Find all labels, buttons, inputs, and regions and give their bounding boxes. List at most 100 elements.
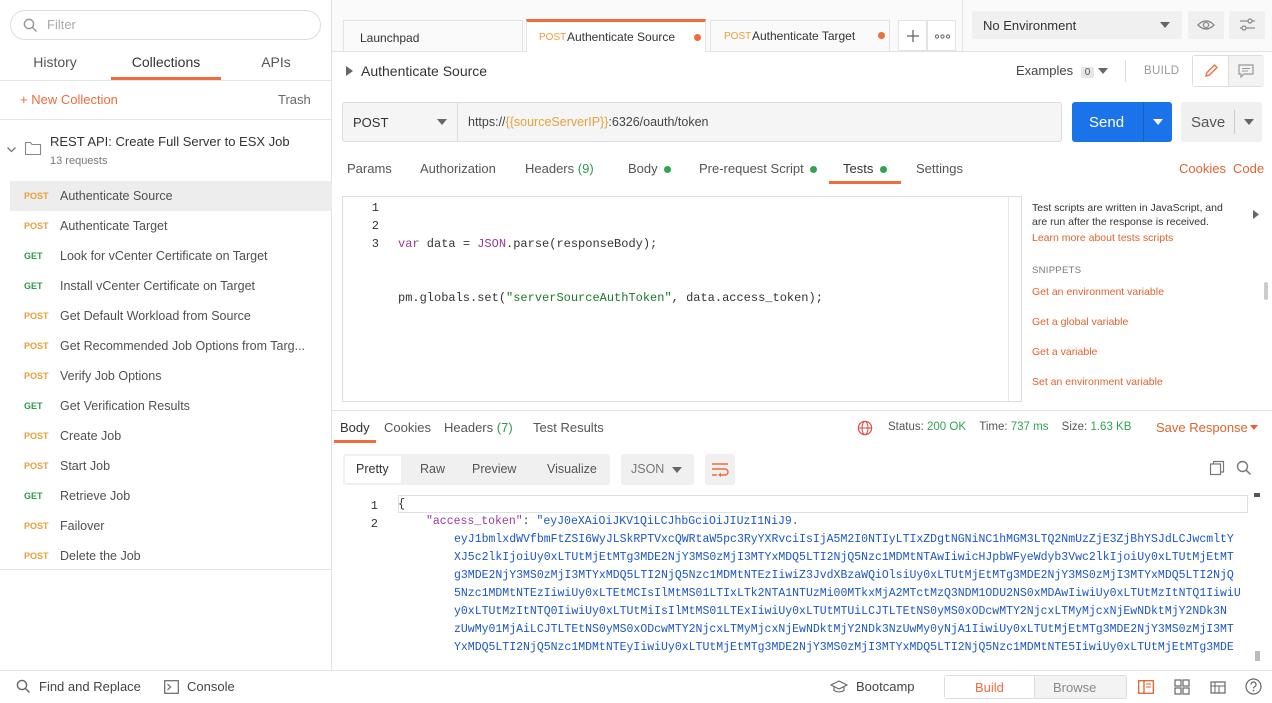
- examples-label: Examples: [1016, 63, 1074, 78]
- status-value[interactable]: 200 OK: [927, 421, 966, 433]
- request-method: POST: [24, 191, 49, 201]
- view-visualize[interactable]: Visualize: [547, 462, 597, 476]
- save-response-button[interactable]: Save Response: [1156, 420, 1248, 435]
- response-tab-cookies[interactable]: Cookies: [384, 420, 431, 435]
- chevron-right-icon[interactable]: [346, 66, 353, 76]
- request-name: Get Verification Results: [60, 399, 190, 413]
- tab-tests[interactable]: Tests: [843, 161, 887, 176]
- divider: [0, 569, 331, 570]
- send-options-button[interactable]: [1144, 102, 1172, 142]
- caret-down-icon[interactable]: [1250, 425, 1258, 430]
- filter-input[interactable]: [47, 17, 307, 32]
- request-item[interactable]: POST Create Job: [10, 421, 332, 451]
- wrap-lines-button[interactable]: [705, 454, 735, 485]
- browse-mode-button[interactable]: Browse: [1036, 676, 1127, 698]
- request-item[interactable]: POST Verify Job Options: [10, 361, 332, 391]
- caret-down-icon: [437, 119, 447, 125]
- snippet-item[interactable]: Get an environment variable: [1032, 286, 1164, 298]
- keyboard-shortcuts-icon[interactable]: [1210, 679, 1226, 695]
- examples-dropdown[interactable]: Examples 0: [1016, 63, 1095, 78]
- request-item[interactable]: GET Install vCenter Certificate on Target: [10, 271, 332, 301]
- tab-headers[interactable]: Headers (9): [525, 161, 594, 176]
- format-select[interactable]: JSON: [621, 454, 694, 485]
- new-tab-button[interactable]: [898, 20, 927, 51]
- request-item[interactable]: POST Failover: [10, 511, 332, 541]
- send-button[interactable]: Send: [1072, 102, 1142, 142]
- status-dot: [810, 166, 818, 173]
- globe-icon[interactable]: [857, 420, 873, 436]
- request-item[interactable]: POST Authenticate Target: [10, 211, 332, 241]
- filter-box[interactable]: [10, 10, 321, 40]
- collection-header[interactable]: REST API: Create Full Server to ESX Job …: [0, 122, 331, 174]
- tab-params[interactable]: Params: [347, 161, 392, 176]
- tab-launchpad[interactable]: Launchpad: [343, 20, 523, 51]
- help-icon[interactable]: [1245, 678, 1262, 695]
- request-item[interactable]: GET Retrieve Job: [10, 481, 332, 511]
- request-item[interactable]: POST Authenticate Source: [10, 181, 332, 211]
- manage-environments-button[interactable]: [1229, 11, 1265, 39]
- copy-icon[interactable]: [1209, 460, 1225, 476]
- response-tab-headers[interactable]: Headers (7): [444, 420, 513, 435]
- comments-button[interactable]: [1229, 56, 1264, 86]
- new-collection-button[interactable]: + New Collection: [20, 92, 118, 107]
- cookies-link[interactable]: Cookies: [1179, 161, 1226, 176]
- console-button[interactable]: Console: [187, 679, 235, 694]
- edit-mode-button[interactable]: [1193, 56, 1229, 86]
- tab-authenticate-target[interactable]: POST Authenticate Target: [710, 20, 890, 51]
- search-icon[interactable]: [1236, 460, 1252, 476]
- trash-button[interactable]: Trash: [278, 92, 311, 107]
- request-item[interactable]: POST Delete the Job: [10, 541, 332, 571]
- tests-editor[interactable]: 1 2 3 var data = JSON.parse(responseBody…: [342, 196, 1022, 402]
- request-item[interactable]: GET Look for vCenter Certificate on Targe…: [10, 241, 332, 271]
- scrollbar-thumb[interactable]: [1264, 282, 1268, 300]
- size-value[interactable]: 1.63 KB: [1090, 421, 1131, 433]
- tab-settings[interactable]: Settings: [916, 161, 963, 176]
- chevron-down-icon[interactable]: [6, 146, 17, 154]
- tab-authenticate-source[interactable]: POST Authenticate Source: [526, 19, 706, 52]
- tab-options-button[interactable]: [927, 20, 956, 51]
- code-link[interactable]: Code: [1233, 161, 1264, 176]
- view-preview[interactable]: Preview: [472, 462, 516, 476]
- request-item[interactable]: POST Get Recommended Job Options from Tar…: [10, 331, 332, 361]
- request-item[interactable]: POST Start Job: [10, 451, 332, 481]
- request-title[interactable]: Authenticate Source: [361, 63, 487, 79]
- environment-select[interactable]: No Environment: [972, 11, 1182, 39]
- two-pane-view-icon[interactable]: [1138, 680, 1154, 694]
- response-tab-test-results[interactable]: Test Results: [533, 420, 604, 435]
- tab-authorization[interactable]: Authorization: [420, 161, 496, 176]
- tab-history[interactable]: History: [30, 54, 80, 80]
- time-label: Time:: [979, 421, 1008, 433]
- json-token-line: XJ5c2lkIjoiUy0xLTUtMjEtMTg3MDE2NjY3MS0zM…: [454, 551, 1234, 564]
- divider: [0, 80, 331, 81]
- environment-quick-look-button[interactable]: [1188, 11, 1224, 39]
- tab-collections[interactable]: Collections: [111, 54, 221, 80]
- build-mode-button[interactable]: Build: [945, 676, 1035, 698]
- save-options-button[interactable]: [1235, 102, 1262, 142]
- response-body[interactable]: 1 2 { "access_token": "eyJ0eXAiOiJKV1QiL…: [342, 493, 1262, 661]
- find-replace-button[interactable]: Find and Replace: [39, 679, 141, 694]
- request-item[interactable]: GET Get Verification Results: [10, 391, 332, 421]
- caret-down-icon[interactable]: [1098, 68, 1108, 74]
- grid-view-icon[interactable]: [1174, 679, 1190, 695]
- caret-down-icon: [1153, 119, 1163, 125]
- request-item[interactable]: POST Get Default Workload from Source: [10, 301, 332, 331]
- tab-body[interactable]: Body: [628, 161, 672, 176]
- tab-pre-request-script[interactable]: Pre-request Script: [699, 161, 818, 176]
- save-button[interactable]: Save: [1181, 102, 1233, 142]
- response-tab-body[interactable]: Body: [340, 420, 370, 435]
- method-select[interactable]: POST: [343, 103, 458, 141]
- snippet-item[interactable]: Get a variable: [1032, 346, 1097, 358]
- view-raw[interactable]: Raw: [420, 462, 445, 476]
- time-value[interactable]: 737 ms: [1011, 421, 1049, 433]
- chevron-right-icon[interactable]: [1253, 210, 1259, 219]
- scrollbar-track[interactable]: [1008, 197, 1009, 401]
- snippet-item[interactable]: Get a global variable: [1032, 316, 1128, 328]
- url-input[interactable]: https://{{sourceServerIP}}:6326/oauth/to…: [459, 103, 1061, 141]
- bootcamp-button[interactable]: Bootcamp: [856, 679, 915, 694]
- tab-apis[interactable]: APIs: [255, 54, 297, 80]
- view-pretty[interactable]: Pretty: [356, 462, 389, 476]
- learn-more-link[interactable]: Learn more about tests scripts: [1032, 232, 1173, 244]
- snippet-item[interactable]: Set an environment variable: [1032, 376, 1163, 388]
- request-method: POST: [24, 521, 49, 531]
- scrollbar-thumb[interactable]: [1255, 651, 1260, 661]
